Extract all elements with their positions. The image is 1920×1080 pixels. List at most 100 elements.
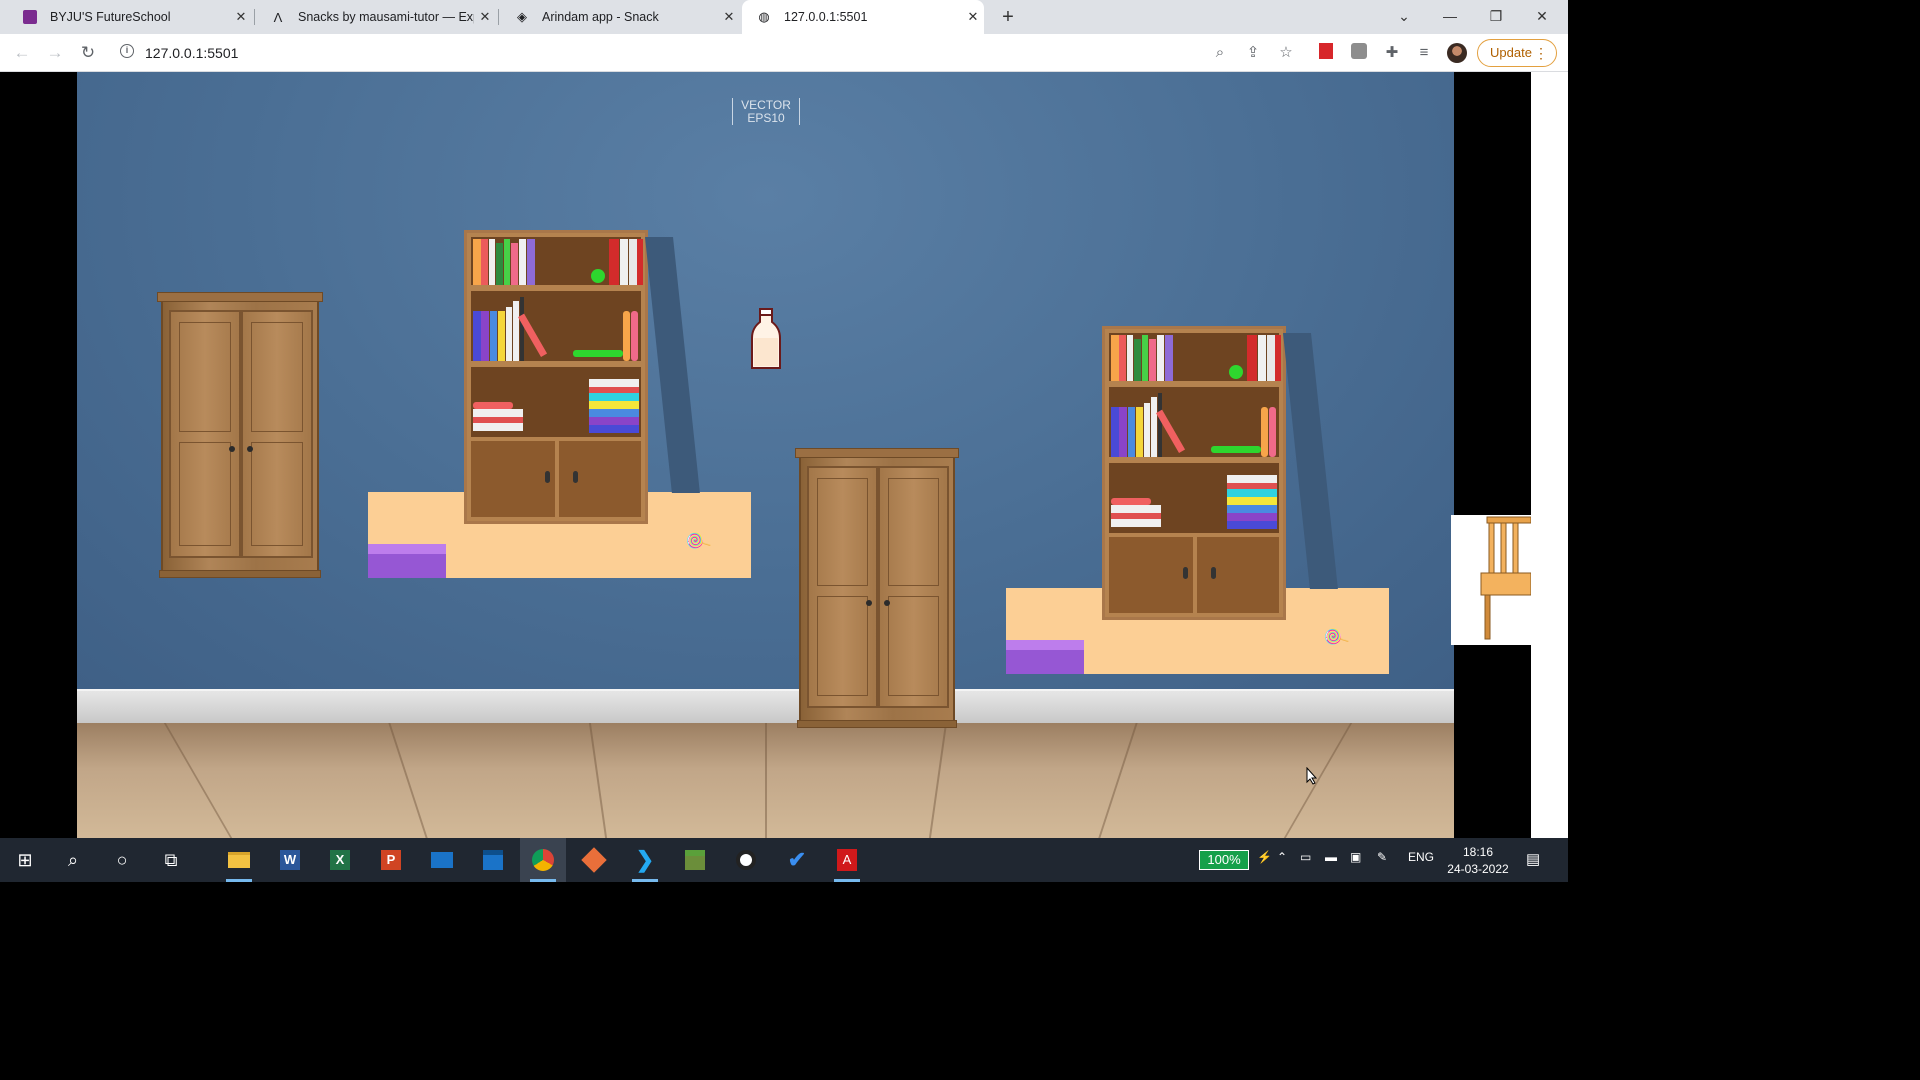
avatar[interactable] — [1447, 43, 1467, 63]
close-icon[interactable]: ✕ — [230, 9, 252, 25]
update-label: Update — [1490, 45, 1532, 60]
new-tab-button[interactable]: + — [996, 5, 1020, 29]
calendar-icon[interactable] — [470, 838, 516, 882]
book — [513, 301, 519, 361]
chrome-icon[interactable] — [520, 838, 566, 882]
vscode-icon[interactable]: ❯ — [622, 838, 668, 882]
taskview-icon[interactable]: ⧉ — [148, 838, 194, 882]
bookshelf-right[interactable] — [1102, 326, 1338, 620]
extension-red-icon[interactable] — [1316, 43, 1336, 63]
book — [1267, 335, 1275, 381]
reload-button[interactable]: ↻ — [77, 42, 99, 64]
book — [589, 379, 639, 387]
book — [1165, 335, 1173, 381]
wardrobe-left[interactable] — [157, 292, 323, 578]
book — [629, 239, 637, 285]
wardrobe-center[interactable] — [795, 448, 959, 728]
word-icon[interactable]: W — [267, 838, 313, 882]
tab-expo-snacks[interactable]: Λ Snacks by mausami-tutor — Expo ✕ — [256, 0, 496, 34]
minecraft-icon[interactable] — [672, 838, 718, 882]
forward-button[interactable]: → — [44, 42, 66, 64]
book — [496, 243, 503, 285]
wardrobe-base — [797, 720, 957, 728]
minimize-button[interactable]: — — [1427, 0, 1473, 34]
chair-icon — [1480, 516, 1532, 640]
powerpoint-icon[interactable]: P — [368, 838, 414, 882]
address-bar[interactable]: i 127.0.0.1:5501 — [110, 38, 1310, 68]
shelf — [1109, 387, 1279, 457]
close-icon[interactable]: ✕ — [718, 9, 740, 25]
book — [1227, 513, 1277, 521]
todo-icon[interactable]: ✔ — [774, 838, 820, 882]
display-icon[interactable]: ▣ — [1350, 850, 1361, 864]
watermark-line2: EPS10 — [747, 110, 785, 125]
power-plug-icon[interactable]: ⚡ — [1257, 850, 1272, 864]
knob — [247, 446, 253, 452]
extension-gray-icon[interactable] — [1349, 43, 1369, 63]
bookshelf-left[interactable] — [464, 230, 700, 524]
chevron-up-icon[interactable]: ⌃ — [1277, 850, 1287, 864]
media-control-icon[interactable]: ≡ — [1414, 43, 1434, 63]
pen-icon[interactable]: ✎ — [1377, 850, 1387, 864]
info-icon[interactable]: i — [120, 44, 134, 58]
knob — [229, 446, 235, 452]
cabinet-divider — [555, 441, 559, 517]
shelf — [1109, 463, 1279, 533]
git-icon[interactable] — [571, 838, 617, 882]
tab-separator — [498, 9, 499, 25]
extensions-puzzle-icon[interactable]: ✚ — [1382, 43, 1402, 63]
book — [1127, 335, 1133, 381]
game-canvas[interactable]: VECTOR EPS10 🍭 🍭 — [77, 72, 1454, 838]
wardrobe-door-left — [169, 310, 241, 558]
milk-bottle-icon[interactable] — [751, 308, 781, 370]
globe-icon: ◍ — [758, 9, 770, 24]
camera-icon[interactable]: ▭ — [1300, 850, 1311, 864]
start-icon[interactable]: ⊞ — [2, 838, 48, 882]
chair-sprite[interactable] — [1451, 515, 1532, 645]
bulb-icon[interactable] — [723, 838, 769, 882]
door-panel — [251, 322, 303, 432]
back-button[interactable]: ← — [11, 42, 33, 64]
zoom-icon[interactable]: ⌕ — [1210, 43, 1230, 63]
tab-strip: BYJU'S FutureSchool ✕ Λ Snacks by mausam… — [0, 0, 1568, 34]
restore-button[interactable]: ❐ — [1473, 0, 1519, 34]
floor-plank-line — [765, 723, 767, 838]
language-indicator[interactable]: ENG — [1408, 850, 1434, 864]
book — [481, 311, 489, 361]
bookmark-star-icon[interactable]: ☆ — [1276, 43, 1296, 63]
tab-arindam-snack[interactable]: ◈ Arindam app - Snack ✕ — [500, 0, 740, 34]
battery-icon[interactable]: ▬ — [1325, 850, 1337, 864]
cushion-right — [1006, 640, 1084, 674]
book — [511, 243, 518, 285]
close-icon[interactable]: ✕ — [474, 9, 496, 25]
mail-icon[interactable] — [419, 838, 465, 882]
url-text: 127.0.0.1:5501 — [145, 45, 239, 61]
handle — [545, 471, 550, 483]
tab-byjus[interactable]: BYJU'S FutureSchool ✕ — [8, 0, 252, 34]
file-explorer-icon[interactable] — [216, 838, 262, 882]
book — [573, 350, 623, 357]
cortana-icon[interactable]: ○ — [99, 838, 145, 882]
share-icon[interactable]: ⇪ — [1243, 43, 1263, 63]
book — [1111, 505, 1161, 513]
book — [1149, 339, 1156, 381]
close-window-button[interactable]: ✕ — [1519, 0, 1565, 34]
excel-icon[interactable]: X — [317, 838, 363, 882]
door-panel — [817, 596, 868, 696]
book — [589, 425, 639, 433]
notification-icon[interactable]: ▤ — [1526, 850, 1540, 868]
book — [1227, 521, 1277, 529]
bookshelf-cabinet — [471, 441, 641, 517]
close-icon[interactable]: ✕ — [962, 9, 984, 25]
book — [589, 409, 639, 417]
update-button[interactable]: Update ⋮ — [1477, 39, 1557, 67]
clock[interactable]: 18:16 24-03-2022 — [1438, 844, 1518, 878]
book — [527, 239, 535, 285]
wardrobe-top — [795, 448, 959, 458]
book — [498, 311, 505, 361]
tab-localhost[interactable]: ◍ 127.0.0.1:5501 ✕ — [742, 0, 984, 34]
acrobat-icon[interactable]: A — [824, 838, 870, 882]
battery-indicator[interactable]: 100% — [1199, 850, 1249, 870]
tab-search-button[interactable]: ⌄ — [1381, 0, 1427, 34]
search-icon[interactable]: ⌕ — [50, 838, 96, 882]
